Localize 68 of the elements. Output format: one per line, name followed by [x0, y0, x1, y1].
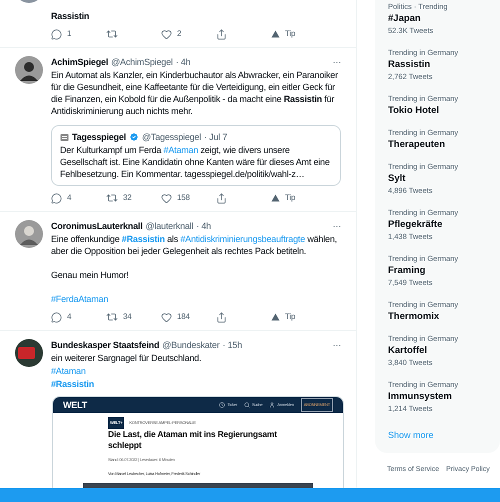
clock-icon: [219, 402, 226, 408]
newspaper-logo-icon: [60, 132, 69, 142]
user-handle[interactable]: @lauterknall: [146, 220, 194, 232]
trend-name: Sylt: [388, 173, 406, 185]
reply-icon: [51, 28, 62, 40]
search-icon: [244, 402, 250, 408]
article-headline: Die Last, die Ataman mit ins Regierungsamt schleppt: [108, 429, 278, 451]
article-preview[interactable]: [52, 396, 344, 488]
reply-button[interactable]: 1: [51, 27, 106, 41]
like-icon: [161, 28, 172, 40]
user-name[interactable]: Bundeskasper Staatsfeind: [51, 339, 160, 351]
reply-icon: [51, 192, 62, 204]
tweet-time[interactable]: · 15h: [222, 339, 242, 351]
tip-icon: [271, 30, 280, 38]
reply-button[interactable]: 4: [51, 191, 106, 205]
tweet-text: Ein Automat als Kanzler, ein Kinderbuchautor als Abwracker, ein Paranoiker für die Gesundheit, eine Kaffeetante für die Verteidigung, ein eitler Geck für die Finanzen, ein Kobold für die Außenpolitik - da macht eine Rassistin für Antidiskriminierung auch nichts mehr.: [51, 69, 339, 117]
retweet-icon: [106, 311, 118, 323]
tip-button[interactable]: Tip: [271, 27, 296, 41]
more-button[interactable]: ···: [332, 58, 341, 66]
retweet-button[interactable]: 32: [106, 191, 161, 205]
more-button[interactable]: ···: [332, 340, 341, 350]
tweet-text: ein weiterer Sargnagel für Deutschland.: [51, 352, 202, 364]
user-handle[interactable]: @AchimSpiegel: [111, 56, 173, 68]
tweet-text: Eine offenkundige #Rassistin als #Antidiskriminierungsbeauftragte wählen, aber die Opposition bei jeder Gelegenheit als rechtes Pack betiteln.: [51, 233, 338, 257]
tweet-text: Genau mein Humor!: [51, 269, 130, 281]
trend-name: #Japan: [388, 13, 422, 25]
user-handle[interactable]: @Bundeskater: [162, 339, 220, 351]
quoted-user-name: Tagesspiegel: [72, 131, 126, 143]
share-icon: [216, 312, 227, 322]
tip-icon: [271, 194, 280, 202]
tweet-time[interactable]: · 4h: [176, 56, 190, 68]
tip-button[interactable]: Tip: [271, 310, 296, 324]
reply-button[interactable]: 4: [51, 310, 106, 324]
user-icon: [269, 402, 276, 408]
trend-name: Framing: [388, 265, 426, 277]
share-icon: [216, 192, 227, 204]
like-button[interactable]: 184: [161, 310, 216, 324]
retweet-icon: [106, 28, 118, 40]
share-icon: [216, 28, 227, 40]
like-button[interactable]: 158: [161, 191, 216, 205]
trend-name: Immunsystem: [388, 391, 453, 403]
more-button[interactable]: ···: [332, 222, 341, 230]
like-button[interactable]: 2: [161, 27, 216, 41]
site-logo: WELT: [63, 399, 88, 411]
reply-icon: [51, 312, 62, 322]
retweet-icon: [106, 192, 118, 204]
user-name[interactable]: CoronimusLauterknall: [51, 220, 143, 232]
trend-name: Tokio Hotel: [388, 105, 440, 117]
avatar[interactable]: [15, 339, 43, 367]
trend-name: Rassistin: [388, 59, 432, 71]
like-icon: [161, 192, 172, 204]
quoted-handle: @Tagesspiegel: [142, 131, 202, 143]
avatar[interactable]: [15, 56, 43, 84]
trend-name: Therapeuten: [388, 139, 446, 151]
tip-button[interactable]: Tip: [271, 191, 296, 205]
like-icon: [161, 312, 172, 322]
trend-name: Pflegekräfte: [388, 219, 444, 231]
tip-icon: [271, 313, 280, 321]
tweet-time[interactable]: · 4h: [196, 220, 211, 232]
tweet-text: Rassistin: [51, 10, 90, 22]
quoted-text: Der Kulturkampf um Ferda #Ataman zeigt, wie divers unsere Gesellschaft ist. Eine Kandidatin ohne Kanten wäre für dieses Amt eine Fehlbesetzung. Ein Kommentar. tagesspiegel.de/politik/wahl-z…: [60, 144, 331, 180]
avatar[interactable]: [15, 220, 43, 248]
retweet-button[interactable]: 34: [106, 310, 161, 324]
user-name[interactable]: AchimSpiegel: [51, 56, 108, 68]
quoted-tweet[interactable]: [51, 125, 341, 186]
quoted-time: · Jul 7: [204, 131, 228, 143]
trend-name: Kartoffel: [388, 345, 428, 357]
trend-name: Thermomix: [388, 311, 440, 323]
